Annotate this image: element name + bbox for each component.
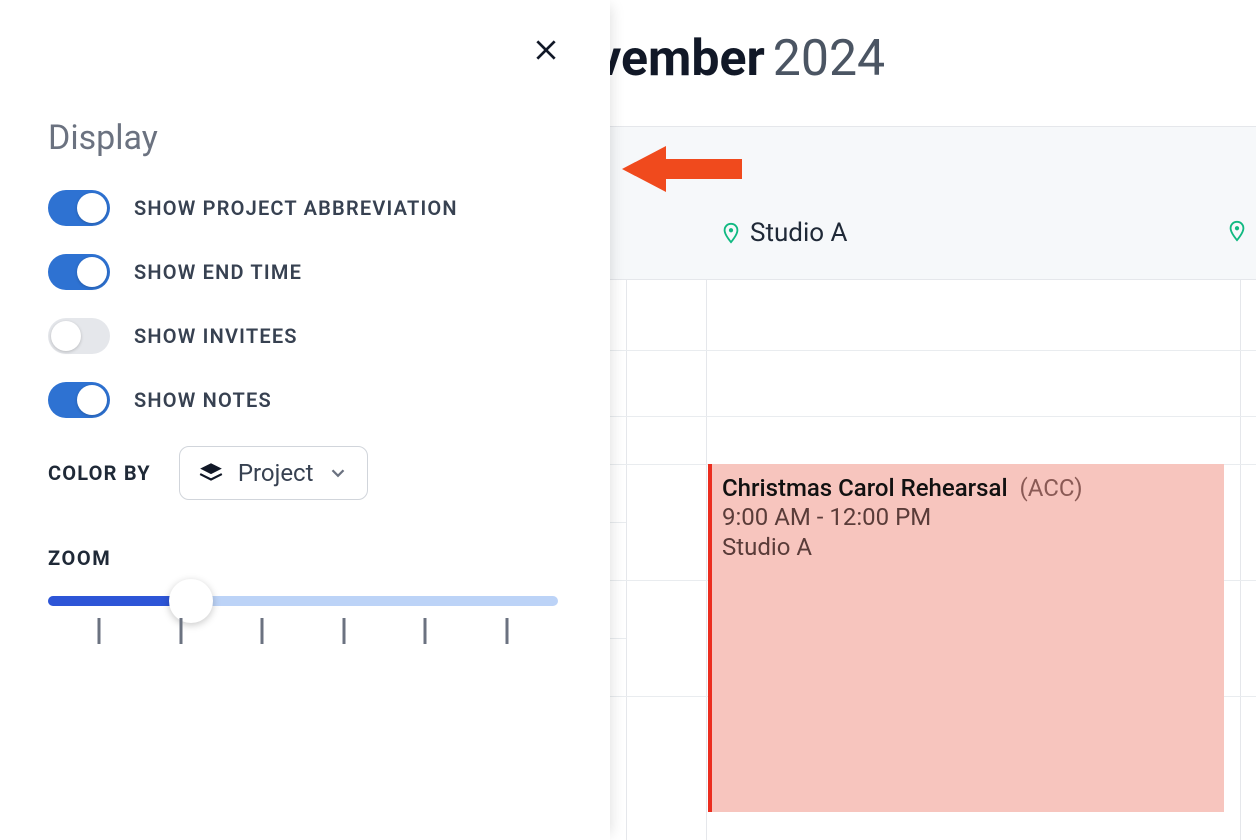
calendar-year: 2024 xyxy=(773,30,885,88)
toggle-row-show-abbreviation: SHOW PROJECT ABBREVIATION xyxy=(48,190,562,226)
toggle-label: SHOW PROJECT ABBREVIATION xyxy=(134,196,458,220)
toggle-row-show-notes: SHOW NOTES xyxy=(48,382,562,418)
toggle-label: SHOW NOTES xyxy=(134,388,272,412)
event-location: Studio A xyxy=(722,533,1214,562)
layers-icon xyxy=(198,460,224,486)
event-abbreviation: (ACC) xyxy=(1020,474,1083,502)
toggle-label: SHOW END TIME xyxy=(134,260,302,284)
column-location-label: Studio A xyxy=(720,218,848,248)
toggle-show-abbreviation[interactable] xyxy=(48,190,110,226)
panel-title: Display xyxy=(48,118,562,158)
color-by-value: Project xyxy=(238,459,314,487)
calendar-month: vember xyxy=(596,30,765,88)
close-icon xyxy=(533,37,559,63)
annotation-arrow-icon xyxy=(622,142,742,196)
close-button[interactable] xyxy=(528,32,564,68)
event-title: Christmas Carol Rehearsal xyxy=(722,474,1008,502)
calendar-event[interactable]: Christmas Carol Rehearsal (ACC) 9:00 AM … xyxy=(708,464,1224,812)
location-pin-icon xyxy=(720,220,742,246)
location-pin-icon xyxy=(1226,218,1248,244)
toggle-show-end-time[interactable] xyxy=(48,254,110,290)
display-settings-panel: Display SHOW PROJECT ABBREVIATION SHOW E… xyxy=(0,0,610,840)
toggle-row-show-end-time: SHOW END TIME xyxy=(48,254,562,290)
toggle-show-invitees[interactable] xyxy=(48,318,110,354)
event-time: 9:00 AM - 12:00 PM xyxy=(722,503,1214,532)
calendar-title: vember2024 xyxy=(596,30,885,88)
column-location-text: Studio A xyxy=(750,218,848,248)
zoom-slider[interactable] xyxy=(48,596,558,648)
color-by-select[interactable]: Project xyxy=(179,446,369,500)
zoom-label: ZOOM xyxy=(48,546,562,570)
toggle-show-notes[interactable] xyxy=(48,382,110,418)
chevron-down-icon xyxy=(327,462,349,484)
color-by-row: COLOR BY Project xyxy=(48,446,562,500)
color-by-label: COLOR BY xyxy=(48,461,151,485)
zoom-slider-ticks xyxy=(48,618,558,648)
toggle-row-show-invitees: SHOW INVITEES xyxy=(48,318,562,354)
toggle-label: SHOW INVITEES xyxy=(134,324,298,348)
zoom-slider-thumb[interactable] xyxy=(169,579,213,623)
